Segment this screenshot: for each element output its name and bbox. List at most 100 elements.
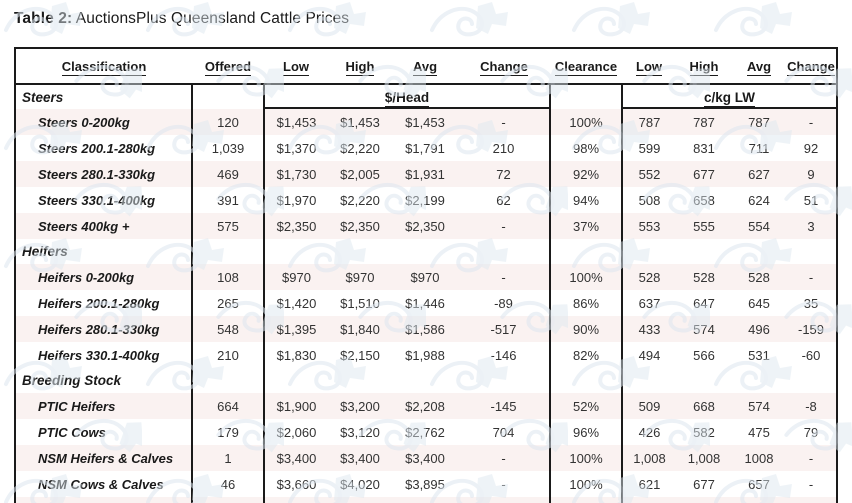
header-high-ckg[interactable]: High (676, 49, 732, 85)
table-row[interactable]: NSM Heifers & Calves 1 $3,400 $3,400 $3,400-… (16, 445, 836, 471)
row-change-ckg: -60 (786, 342, 836, 368)
row-high-ckg: 787 (676, 109, 732, 135)
row-change-head: 62 (458, 187, 550, 213)
row-high-ckg: 574 (676, 316, 732, 342)
header-change-ckg[interactable]: Change (786, 49, 836, 85)
row-change-ckg: - (786, 471, 836, 497)
row-clearance: 94% (549, 187, 622, 213)
table-row[interactable]: Steers 200.1-280kg 1,039 $1,370 $2,220 $1,79… (16, 135, 836, 161)
table-row[interactable]: PTIC Cows 179 $2,060 $3,120 $2,762 704 96% 426 5… (16, 419, 836, 445)
row-low-ckg: 528 (621, 264, 676, 290)
row-low-ckg: 621 (621, 471, 676, 497)
header-clearance[interactable]: Clearance (550, 49, 622, 85)
header-low-ckg[interactable]: Low (622, 49, 676, 85)
row-avg-ckg: 528 (732, 264, 786, 290)
header-classification[interactable]: Classification (16, 49, 192, 85)
row-low-ckg: 494 (621, 342, 676, 368)
row-change-head: - (458, 213, 550, 239)
header-avg-ckg[interactable]: Avg (732, 49, 786, 85)
row-offered: 1,039 (191, 135, 264, 161)
row-change-head: 210 (458, 135, 550, 161)
row-high-head: $2,350 (328, 213, 392, 239)
row-offered: 108 (191, 264, 264, 290)
row-change-head: - (458, 264, 550, 290)
row-offered: 120 (191, 109, 264, 135)
row-low-head: $1,730 (263, 161, 328, 187)
row-high-head: $1,453 (328, 109, 392, 135)
row-change-ckg: 9 (786, 161, 836, 187)
row-classification: NSM Cows & Calves (16, 471, 192, 497)
row-high-ckg: 566 (676, 342, 732, 368)
table-row[interactable]: Heifers 200.1-280kg 265 $1,420 $1,510 $1,446… (16, 290, 836, 316)
table-row[interactable]: Steers 280.1-330kg 469 $1,730 $2,005 $1,931 7… (16, 161, 836, 187)
row-low-head: $1,970 (263, 187, 328, 213)
row-clearance: 100% (549, 471, 622, 497)
row-avg-ckg: 496 (732, 316, 786, 342)
section-header-heifers: Heifers (16, 239, 192, 264)
header-low-head[interactable]: Low (264, 49, 328, 85)
row-high-ckg: 831 (676, 135, 732, 161)
row-change-head: - (458, 497, 550, 503)
row-clearance: 98% (549, 135, 622, 161)
header-offered[interactable]: Offered (192, 49, 264, 85)
row-high-head: $1,510 (328, 290, 392, 316)
row-change-ckg: 3 (786, 213, 836, 239)
row-classification: NSM Heifers & Calves (16, 445, 192, 471)
section-header-steers: Steers (16, 84, 192, 109)
row-high-ckg: 786 (676, 497, 732, 503)
row-clearance: 52% (549, 393, 622, 419)
row-change-ckg: 51 (786, 187, 836, 213)
row-low-ckg: 599 (621, 135, 676, 161)
table-row[interactable]: Steers 400kg +575 $2,350 $2,350 $2,350-37% 5… (16, 213, 836, 239)
row-change-head: - (458, 109, 550, 135)
row-avg-head: $1,988 (392, 342, 458, 368)
table-row[interactable]: Steers 330.1-400kg 391 $1,970 $2,220 $2,199 6… (16, 187, 836, 213)
row-offered: 664 (191, 393, 264, 419)
row-low-ckg: 433 (621, 316, 676, 342)
row-high-ckg: 677 (676, 471, 732, 497)
table-row[interactable]: Heifers 280.1-330kg 548 $1,395 $1,840 $1,586… (16, 316, 836, 342)
row-avg-head: $3,400 (392, 445, 458, 471)
header-change-head[interactable]: Change (458, 49, 550, 85)
row-high-ckg: 555 (676, 213, 732, 239)
table-row[interactable]: Steers 0-200kg 120 $1,453 $1,453 $1,453-100%… (16, 109, 836, 135)
header-avg-head[interactable]: Avg (392, 49, 458, 85)
row-change-ckg: 35 (786, 290, 836, 316)
row-avg-ckg: 711 (732, 135, 786, 161)
row-low-ckg: 508 (621, 187, 676, 213)
row-clearance: 100% (549, 264, 622, 290)
row-offered: 179 (191, 419, 264, 445)
row-change-head: 72 (458, 161, 550, 187)
row-high-head: $2,005 (328, 161, 392, 187)
row-high-head: $2,220 (328, 135, 392, 161)
row-classification: Heifers 330.1-400kg (16, 342, 192, 368)
row-change-ckg: - (786, 445, 836, 471)
table-row[interactable]: SM Cows & Calves89$3,710$3,710$3,710-100… (16, 497, 836, 503)
row-classification: Heifers 0-200kg (16, 264, 192, 290)
row-avg-head: $3,710 (392, 497, 458, 503)
row-avg-head: $1,446 (392, 290, 458, 316)
cattle-prices-table-container: Classification Offered Low High Avg Change Cle… (14, 47, 838, 503)
row-classification: Steers 0-200kg (16, 109, 192, 135)
row-low-head: $970 (263, 264, 328, 290)
row-clearance: 100% (549, 445, 622, 471)
table-row[interactable]: Heifers 330.1-400kg 210 $1,830 $2,150 $1,988… (16, 342, 836, 368)
section-header-breeding-stock: Breeding Stock (16, 368, 192, 393)
row-low-ckg: 426 (621, 419, 676, 445)
cattle-prices-table: Classification Offered Low High Avg Change Cle… (16, 49, 836, 503)
section-header-row: Heifers (16, 239, 836, 264)
row-low-head: $1,420 (263, 290, 328, 316)
section-header-row: Breeding Stock (16, 368, 836, 393)
table-row[interactable]: Heifers 0-200kg 108 $970 $970 $970-100% 528 52… (16, 264, 836, 290)
table-body: Classification Offered Low High Avg Change Cle… (16, 49, 836, 503)
section-spacer-ckg (621, 239, 836, 264)
row-change-head: - (458, 445, 550, 471)
row-low-head: $1,900 (263, 393, 328, 419)
table-row[interactable]: NSM Cows & Calves 46 $3,660 $4,020 $3,895-10… (16, 471, 836, 497)
header-high-head[interactable]: High (328, 49, 392, 85)
row-avg-head: $2,208 (392, 393, 458, 419)
row-avg-ckg: 645 (732, 290, 786, 316)
unit-group-dollar-head: $/Head (263, 84, 550, 109)
table-row[interactable]: PTIC Heifers 664 $1,900 $3,200 $2,208 -145 52%… (16, 393, 836, 419)
row-offered: 46 (191, 471, 264, 497)
